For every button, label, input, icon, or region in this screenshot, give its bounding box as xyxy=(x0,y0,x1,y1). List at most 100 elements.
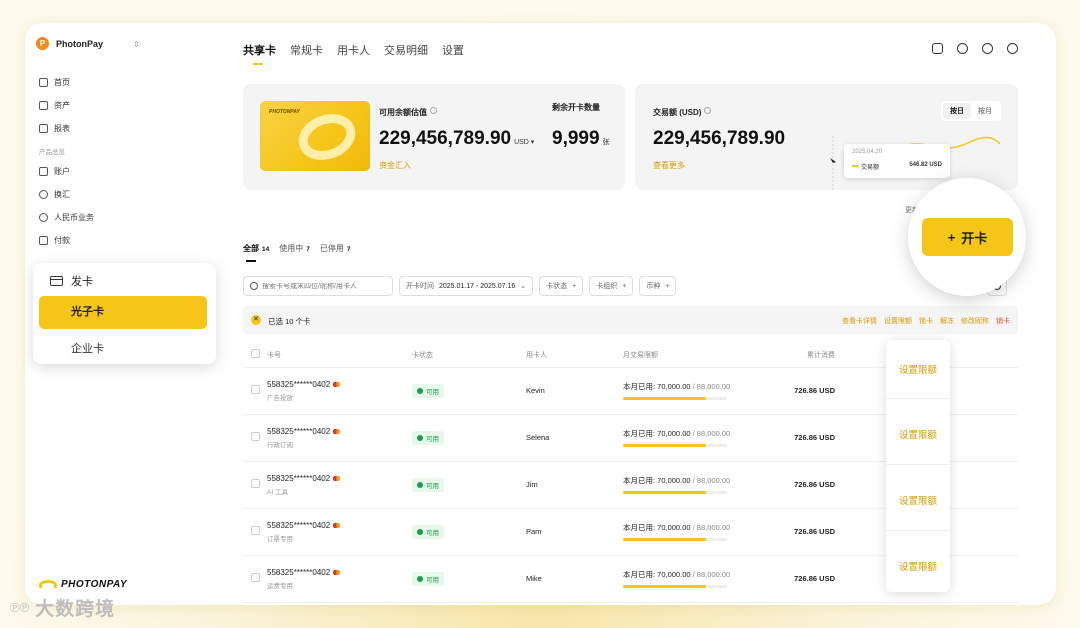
sidebar-item-label: 资产 xyxy=(54,101,70,110)
status-tab-active[interactable]: 使用中 7 xyxy=(279,243,310,254)
wallet-icon xyxy=(39,101,48,110)
limit-progress-bar xyxy=(623,397,727,400)
card-holder: Mike xyxy=(526,555,623,603)
info-icon[interactable] xyxy=(430,107,437,115)
clear-selection-icon[interactable]: ✕ xyxy=(251,315,261,325)
chart-tooltip: 2025.04.20 交易额 546.82 USD xyxy=(844,144,950,178)
selection-bar: ✕ 已选 10 个卡 查看卡详情 设置限额 锁卡 解冻 修改昵称 销卡 xyxy=(243,306,1018,334)
brand-name: PhotonPay xyxy=(56,38,104,49)
card-number: 558325******0402 xyxy=(267,426,331,436)
limit-progress-bar xyxy=(623,585,727,588)
limit-cell: 本月已用: 70,000.00 / 88,000.00 xyxy=(623,461,793,509)
action-rename[interactable]: 修改昵称 xyxy=(961,316,989,326)
plus-icon: + xyxy=(622,282,627,290)
tab-card-users[interactable]: 用卡人 xyxy=(337,42,370,58)
limit-cell: 本月已用: 70,000.00 / 88,000.00 xyxy=(623,508,793,556)
row-checkbox[interactable] xyxy=(251,526,260,535)
status-tab-disabled[interactable]: 已停用 7 xyxy=(320,243,351,254)
sidebar-item-assets[interactable]: 资产 xyxy=(39,94,209,117)
home-icon xyxy=(39,78,48,87)
action-lock-card[interactable]: 锁卡 xyxy=(919,316,933,326)
balance-label: 可用余额估值 xyxy=(379,102,437,120)
row-checkbox[interactable] xyxy=(251,573,260,582)
currency-filter[interactable]: 币种 + xyxy=(639,276,677,296)
action-unfreeze[interactable]: 解冻 xyxy=(940,316,954,326)
inbox-icon[interactable] xyxy=(932,43,943,54)
set-limit-button[interactable]: 设置限额 xyxy=(886,559,950,573)
remaining-count: 9,999 张 xyxy=(552,128,610,149)
selection-count: 已选 10 个卡 xyxy=(268,317,311,326)
toggle-monthly[interactable]: 按月 xyxy=(971,103,999,119)
sidebar-item-reports[interactable]: 报表 xyxy=(39,117,209,140)
select-all-checkbox[interactable] xyxy=(251,349,260,359)
check-icon xyxy=(417,528,423,535)
card-status-filter[interactable]: 卡状态 + xyxy=(539,276,584,296)
toggle-daily[interactable]: 按日 xyxy=(943,103,971,119)
tab-shared-card[interactable]: 共享卡 xyxy=(243,42,276,65)
sidebar-item-label: 人民币业务 xyxy=(54,213,94,222)
col-card-no: 卡号 xyxy=(267,343,412,368)
bell-icon[interactable] xyxy=(957,43,968,54)
sidebar-item-home[interactable]: 首页 xyxy=(39,71,209,94)
tab-regular-card[interactable]: 常规卡 xyxy=(290,42,323,58)
status-badge: 可用 xyxy=(412,477,444,492)
card-org-filter[interactable]: 卡组织 + xyxy=(589,276,634,296)
set-limit-button[interactable]: 设置限额 xyxy=(886,493,950,507)
top-tabs: 共享卡 常规卡 用卡人 交易明细 设置 xyxy=(243,42,464,65)
card-number: 558325******0402 xyxy=(267,520,331,530)
card-cell: 558325******0402 广告投放 xyxy=(267,367,412,415)
limit-progress-bar xyxy=(623,538,727,541)
user-settings-icon[interactable] xyxy=(1007,43,1018,54)
row-checkbox[interactable] xyxy=(251,432,260,441)
action-set-limit[interactable]: 设置限额 xyxy=(884,316,912,326)
info-icon[interactable] xyxy=(704,107,712,115)
status-tab-all[interactable]: 全部 14 xyxy=(243,243,269,262)
search-box xyxy=(243,276,393,296)
sidebar-item-exchange[interactable]: 换汇 xyxy=(39,183,209,206)
legend-swatch xyxy=(852,165,858,167)
card-note: 行政订阅 xyxy=(267,441,293,449)
fund-in-link[interactable]: 资金汇入 xyxy=(379,160,411,171)
set-limit-button[interactable]: 设置限额 xyxy=(886,427,950,441)
limit-progress-fill xyxy=(623,491,707,494)
currency-select[interactable]: USD ▾ xyxy=(514,139,534,146)
exchange-icon xyxy=(39,190,48,199)
sidebar-item-rmb[interactable]: 人民币业务 xyxy=(39,206,209,229)
menu-item-photon-card[interactable]: 光子卡 xyxy=(39,296,207,329)
remaining-label: 剩余开卡数量 xyxy=(552,103,600,112)
action-view-details[interactable]: 查看卡详情 xyxy=(842,316,877,326)
limit-cell: 本月已用: 70,000.00 / 88,000.00 xyxy=(623,414,793,462)
watermark-logo-icon: ℗℗ xyxy=(10,600,30,615)
tab-settings[interactable]: 设置 xyxy=(442,42,464,58)
check-icon xyxy=(417,575,423,582)
brand-switch-icon[interactable]: ⇕ xyxy=(133,40,140,49)
menu-header: 发卡 xyxy=(50,273,93,289)
total-spend: 726.86 USD xyxy=(793,461,871,509)
total-spend: 726.86 USD xyxy=(793,555,871,603)
brand[interactable]: P PhotonPay xyxy=(36,37,103,50)
row-checkbox[interactable] xyxy=(251,385,260,394)
headset-icon[interactable] xyxy=(982,43,993,54)
limit-progress-fill xyxy=(623,585,707,588)
cursor-icon xyxy=(830,158,836,163)
card-number: 558325******0402 xyxy=(267,379,331,389)
status-badge: 可用 xyxy=(412,571,444,586)
card-note: 运费专用 xyxy=(267,582,293,590)
search-input[interactable] xyxy=(262,282,382,290)
menu-item-enterprise-card[interactable]: 企业卡 xyxy=(71,340,104,356)
view-more-link[interactable]: 查看更多 xyxy=(653,160,685,171)
total-spend: 726.86 USD xyxy=(793,367,871,415)
sidebar-item-payment[interactable]: 付款 xyxy=(39,229,209,252)
card-holder: Jim xyxy=(526,461,623,509)
sidebar-item-account[interactable]: 账户 xyxy=(39,160,209,183)
card-holder: Selena xyxy=(526,414,623,462)
action-cancel-card[interactable]: 销卡 xyxy=(996,316,1010,326)
transaction-panel: 交易额 (USD) 229,456,789.90 查看更多 按日 按月 2025… xyxy=(635,84,1018,190)
set-limit-button[interactable]: 设置限额 xyxy=(886,362,950,376)
open-card-button[interactable]: + 开卡 xyxy=(922,218,1013,256)
tab-transactions[interactable]: 交易明细 xyxy=(384,42,428,58)
card-number: 558325******0402 xyxy=(267,567,331,577)
date-filter[interactable]: 开卡时间 2025.01.17 - 2025.07.16 ⌄ xyxy=(399,276,534,296)
row-checkbox[interactable] xyxy=(251,479,260,488)
card-note: 订票专用 xyxy=(267,535,293,543)
